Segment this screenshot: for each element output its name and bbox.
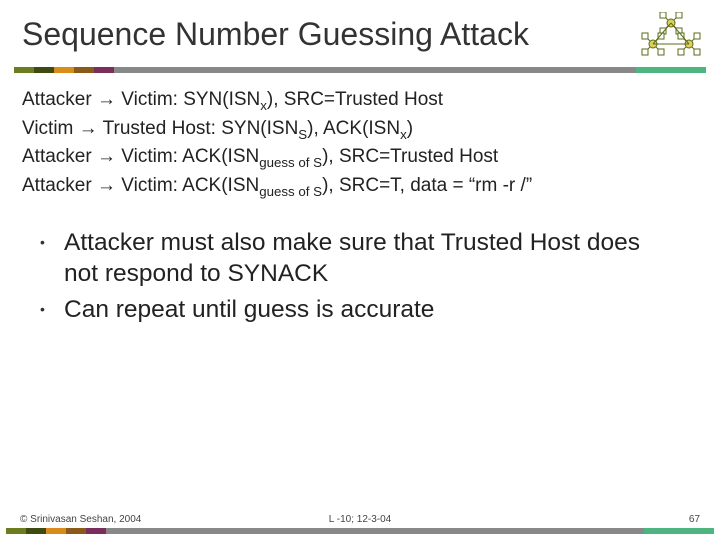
protocol-line-4: Attacker → Victim: ACK(ISNguess of S), S… — [22, 173, 698, 201]
protocol-line-2: Victim → Trusted Host: SYN(ISNS), ACK(IS… — [22, 116, 698, 144]
arrow-icon: → — [97, 146, 116, 167]
bullet-item: Can repeat until guess is accurate — [40, 295, 680, 326]
protocol-line-1: Attacker → Victim: SYN(ISNx), SRC=Truste… — [22, 87, 698, 115]
title-divider — [14, 67, 706, 73]
protocol-block: Attacker → Victim: SYN(ISNx), SRC=Truste… — [0, 73, 720, 208]
footer-center: L -10; 12-3-04 — [247, 514, 474, 525]
protocol-line-3: Attacker → Victim: ACK(ISNguess of S), S… — [22, 144, 698, 172]
bullet-item: Attacker must also make sure that Truste… — [40, 228, 680, 289]
title-row: Sequence Number Guessing Attack — [0, 0, 720, 61]
bullet-list: Attacker must also make sure that Truste… — [0, 208, 720, 326]
footer-page-number: 67 — [473, 514, 700, 525]
network-diagram-icon — [636, 12, 706, 57]
arrow-icon: → — [97, 89, 116, 110]
slide-title: Sequence Number Guessing Attack — [22, 16, 628, 53]
slide-footer: © Srinivasan Seshan, 2004 L -10; 12-3-04… — [0, 514, 720, 540]
footer-divider — [6, 528, 714, 536]
arrow-icon: → — [97, 175, 116, 196]
footer-copyright: © Srinivasan Seshan, 2004 — [20, 514, 247, 525]
arrow-icon: → — [79, 118, 98, 139]
